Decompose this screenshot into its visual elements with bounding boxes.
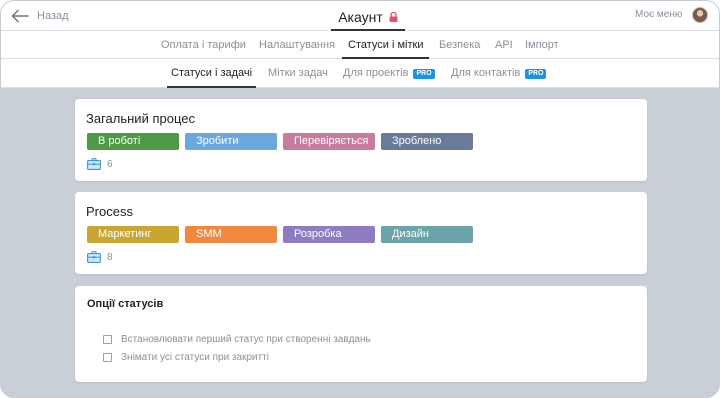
main-tabs: Оплата і тарифи Налаштування Статуси і м… bbox=[1, 31, 719, 59]
status-options-card: Опції статусів Встановлювати перший стат… bbox=[75, 286, 647, 382]
option-set-first-status[interactable]: Встановлювати перший статус при створенн… bbox=[94, 333, 371, 345]
status-chip[interactable]: SMM bbox=[185, 226, 277, 243]
process-title: Process bbox=[86, 204, 133, 219]
page-title-tab: Акаунт bbox=[331, 5, 405, 31]
app-window: Назад Акаунт Моє меню Оплата і тарифи На… bbox=[0, 0, 720, 398]
avatar[interactable] bbox=[692, 7, 708, 23]
option-label: Знімати усі статуси при закритті bbox=[121, 351, 269, 363]
subtab-projects[interactable]: Для проектів PRO bbox=[343, 59, 435, 88]
back-button[interactable]: Назад bbox=[11, 6, 69, 26]
pro-badge: PRO bbox=[525, 69, 547, 79]
tab-settings[interactable]: Налаштування bbox=[259, 31, 335, 59]
checkbox[interactable] bbox=[103, 352, 112, 362]
briefcase-icon bbox=[87, 251, 101, 263]
sub-tabs: Статуси і задачі Мітки задач Для проекті… bbox=[1, 59, 719, 88]
briefcase-icon bbox=[87, 158, 101, 170]
checkbox[interactable] bbox=[103, 334, 112, 344]
status-chip[interactable]: Маркетинг bbox=[87, 226, 179, 243]
task-count: 8 bbox=[87, 250, 113, 264]
tab-security[interactable]: Безпека bbox=[439, 31, 480, 59]
tab-statuses-labels[interactable]: Статуси і мітки bbox=[342, 31, 430, 59]
page-title: Акаунт bbox=[338, 9, 383, 25]
pro-badge: PRO bbox=[413, 69, 435, 79]
process-title: Загальний процес bbox=[86, 111, 195, 126]
subtab-projects-label: Для проектів bbox=[343, 67, 409, 79]
status-chip[interactable]: Дизайн bbox=[381, 226, 473, 243]
option-clear-statuses[interactable]: Знімати усі статуси при закритті bbox=[94, 351, 269, 363]
lock-icon bbox=[389, 12, 398, 22]
my-menu-link[interactable]: Моє меню bbox=[635, 9, 682, 20]
option-label: Встановлювати перший статус при створенн… bbox=[121, 333, 371, 345]
status-chip[interactable]: Перевіряється bbox=[283, 133, 375, 150]
subtab-statuses-tasks[interactable]: Статуси і задачі bbox=[167, 59, 257, 88]
subtab-task-labels[interactable]: Мітки задач bbox=[268, 59, 328, 88]
back-label: Назад bbox=[37, 10, 69, 22]
task-count-value: 6 bbox=[107, 158, 113, 170]
subtab-contacts[interactable]: Для контактів PRO bbox=[451, 59, 547, 88]
status-chip[interactable]: Зроблено bbox=[381, 133, 473, 150]
arrow-left-icon bbox=[11, 9, 29, 23]
tab-import[interactable]: Імпорт bbox=[525, 31, 559, 59]
process-card[interactable]: Process Маркетинг SMM Розробка Дизайн 8 bbox=[75, 192, 647, 274]
top-bar: Назад Акаунт Моє меню bbox=[1, 1, 719, 31]
tab-api[interactable]: API bbox=[495, 31, 513, 59]
subtab-contacts-label: Для контактів bbox=[451, 67, 521, 79]
task-count-value: 8 bbox=[107, 251, 113, 263]
options-title: Опції статусів bbox=[87, 298, 164, 310]
task-count: 6 bbox=[87, 157, 113, 171]
status-chip[interactable]: Зробити bbox=[185, 133, 277, 150]
status-chip[interactable]: Розробка bbox=[283, 226, 375, 243]
process-card[interactable]: Загальний процес В роботі Зробити Переві… bbox=[75, 99, 647, 181]
status-chip[interactable]: В роботі bbox=[87, 133, 179, 150]
tab-billing[interactable]: Оплата і тарифи bbox=[161, 31, 246, 59]
